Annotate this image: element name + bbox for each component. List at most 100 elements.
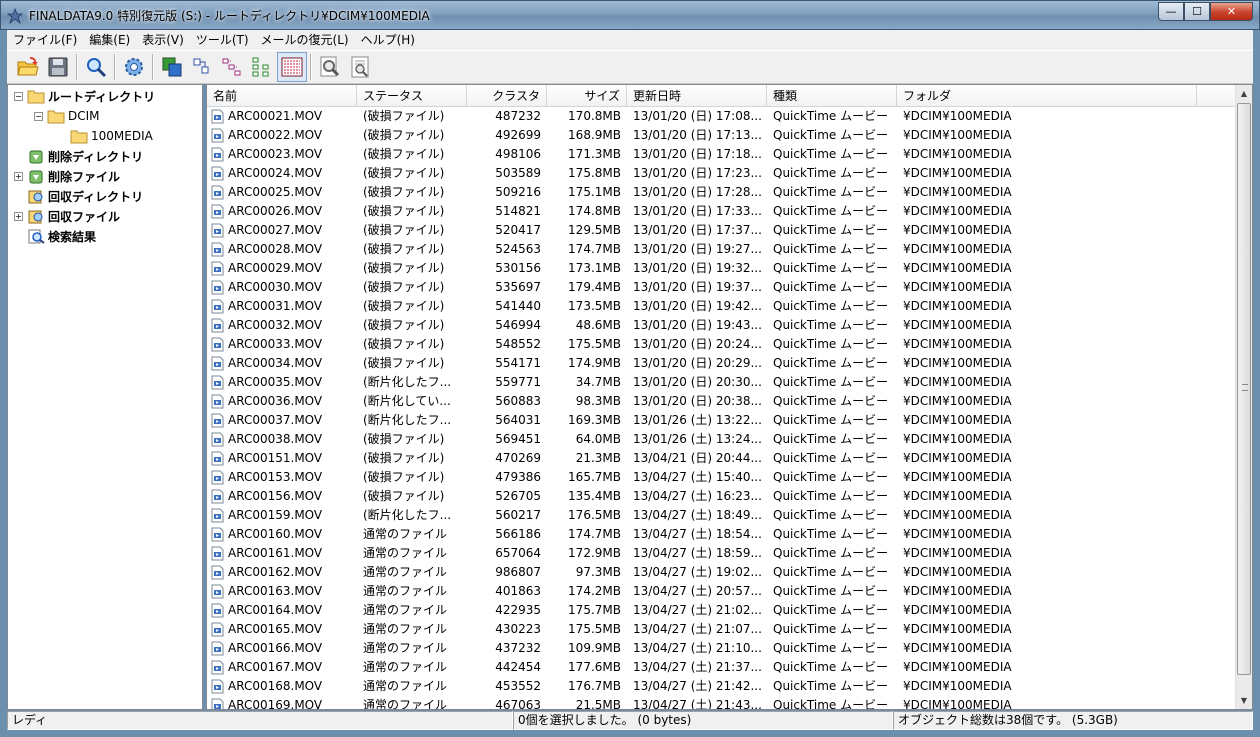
table-row[interactable]: ARC00023.MOV (破損ファイル) 498106 171.3MB 13/01/2… [207, 145, 1237, 164]
table-row[interactable]: ARC00166.MOV 通常のファイル 437232 109.9MB 13/04/27… [207, 639, 1237, 658]
search-button[interactable] [81, 52, 111, 82]
table-row[interactable]: ARC00163.MOV 通常のファイル 401863 174.2MB 13/04/27… [207, 582, 1237, 601]
table-row[interactable]: ARC00165.MOV 通常のファイル 430223 175.5MB 13/04/27… [207, 620, 1237, 639]
file-list[interactable]: 名前 ステータス クラスタ サイズ 更新日時 種類 フォルダ ARC00021.… [206, 84, 1253, 710]
table-row[interactable]: ARC00159.MOV (断片化したフ... 560217 176.5MB 13/04… [207, 506, 1237, 525]
open-button[interactable] [13, 52, 43, 82]
table-row[interactable]: ARC00151.MOV (破損ファイル) 470269 21.3MB 13/04/21… [207, 449, 1237, 468]
file-name-text: ARC00032.MOV [228, 318, 323, 332]
cell-type: QuickTime ムービー [773, 375, 889, 389]
table-row[interactable]: ARC00164.MOV 通常のファイル 422935 175.7MB 13/04/27… [207, 601, 1237, 620]
column-header-modified[interactable]: 更新日時 [627, 85, 767, 107]
table-row[interactable]: ARC00167.MOV 通常のファイル 442454 177.6MB 13/04/27… [207, 658, 1237, 677]
table-row[interactable]: ARC00034.MOV (破損ファイル) 554171 174.9MB 13/01/2… [207, 354, 1237, 373]
preview-button[interactable] [315, 52, 345, 82]
app-icon [7, 8, 23, 24]
cell-name: ARC00021.MOV [207, 107, 357, 126]
table-row[interactable]: ARC00156.MOV (破損ファイル) 526705 135.4MB 13/04/2… [207, 487, 1237, 506]
table-row[interactable]: ARC00169.MOV 通常のファイル 467063 21.5MB 13/04/27 … [207, 696, 1237, 709]
table-row[interactable]: ARC00036.MOV (断片化してい... 560883 98.3MB 13/01/… [207, 392, 1237, 411]
table-row[interactable]: ARC00021.MOV (破損ファイル) 487232 170.8MB 13/01/2… [207, 107, 1237, 126]
column-header-size[interactable]: サイズ [547, 85, 627, 107]
cell-modified: 13/01/20 (日) 17:13... [633, 128, 762, 142]
tree-node-100media[interactable]: 100MEDIA [70, 126, 153, 146]
search-result-icon [28, 229, 45, 244]
cell-status: (破損ファイル) [363, 128, 445, 142]
table-row[interactable]: ARC00033.MOV (破損ファイル) 548552 175.5MB 13/01/2… [207, 335, 1237, 354]
menu-help[interactable]: ヘルプ(H) [355, 30, 421, 50]
tree-node-recovered-files[interactable]: + 回収ファイル [14, 206, 120, 226]
cell-modified: 13/01/20 (日) 17:37... [633, 223, 762, 237]
save-button[interactable] [43, 52, 73, 82]
tree-node-dcim[interactable]: − DCIM [34, 106, 100, 126]
column-header-cluster[interactable]: クラスタ [467, 85, 547, 107]
tree-expander[interactable]: − [34, 111, 43, 121]
cell-type: QuickTime ムービー [773, 660, 889, 674]
tree-view-button[interactable] [247, 52, 277, 82]
tree-node-root[interactable]: − ルートディレクトリ [14, 86, 155, 106]
large-icons-button[interactable] [157, 52, 187, 82]
table-row[interactable]: ARC00029.MOV (破損ファイル) 530156 173.1MB 13/01/2… [207, 259, 1237, 278]
folder-icon [27, 90, 45, 104]
menu-edit[interactable]: 編集(E) [83, 30, 136, 50]
table-row[interactable]: ARC00161.MOV 通常のファイル 657064 172.9MB 13/04/27… [207, 544, 1237, 563]
scroll-down-arrow-icon[interactable]: ▼ [1236, 692, 1252, 709]
table-row[interactable]: ARC00168.MOV 通常のファイル 453552 176.7MB 13/04/27… [207, 677, 1237, 696]
cell-modified: 13/04/27 (土) 21:37... [633, 660, 762, 674]
table-row[interactable]: ARC00025.MOV (破損ファイル) 509216 175.1MB 13/01/2… [207, 183, 1237, 202]
menu-mail-recovery[interactable]: メールの復元(L) [255, 30, 355, 50]
cell-cluster: 437232 [495, 641, 541, 655]
table-row[interactable]: ARC00153.MOV (破損ファイル) 479386 165.7MB 13/04/2… [207, 468, 1237, 487]
vertical-scrollbar[interactable]: ▲ ▼ [1235, 85, 1252, 709]
tree-expander[interactable]: − [14, 91, 23, 101]
list-view-button[interactable] [217, 52, 247, 82]
details-view-button[interactable] [277, 52, 307, 82]
tree-node-deleted-dirs[interactable]: 削除ディレクトリ [27, 146, 143, 166]
settings-gear-icon [125, 58, 143, 76]
column-header-filler [1197, 85, 1237, 107]
cell-status: 通常のファイル [363, 641, 448, 655]
table-row[interactable]: ARC00028.MOV (破損ファイル) 524563 174.7MB 13/01/2… [207, 240, 1237, 259]
file-preview-button[interactable] [345, 52, 375, 82]
tree-node-deleted-files[interactable]: + 削除ファイル [14, 166, 120, 186]
table-row[interactable]: ARC00030.MOV (破損ファイル) 535697 179.4MB 13/01/2… [207, 278, 1237, 297]
minimize-button[interactable]: — [1158, 2, 1184, 21]
scroll-thumb[interactable] [1237, 103, 1251, 675]
directory-tree[interactable]: − ルートディレクトリ − DCIM 100MEDIA 削除ディレクトリ + 削… [7, 84, 203, 710]
table-row[interactable]: ARC00032.MOV (破損ファイル) 546994 48.6MB 13/01/20… [207, 316, 1237, 335]
table-row[interactable]: ARC00026.MOV (破損ファイル) 514821 174.8MB 13/01/2… [207, 202, 1237, 221]
column-header-type[interactable]: 種類 [767, 85, 897, 107]
table-row[interactable]: ARC00027.MOV (破損ファイル) 520417 129.5MB 13/01/2… [207, 221, 1237, 240]
movie-file-icon [211, 318, 224, 333]
column-header-name[interactable]: 名前 [207, 85, 357, 107]
table-row[interactable]: ARC00022.MOV (破損ファイル) 492699 168.9MB 13/01/2… [207, 126, 1237, 145]
scroll-up-arrow-icon[interactable]: ▲ [1236, 85, 1252, 102]
table-row[interactable]: ARC00037.MOV (断片化したフ... 564031 169.3MB 13/01… [207, 411, 1237, 430]
menu-tools[interactable]: ツール(T) [190, 30, 255, 50]
column-header-folder[interactable]: フォルダ [897, 85, 1197, 107]
table-row[interactable]: ARC00024.MOV (破損ファイル) 503589 175.8MB 13/01/2… [207, 164, 1237, 183]
settings-button[interactable] [119, 52, 149, 82]
table-row[interactable]: ARC00031.MOV (破損ファイル) 541440 173.5MB 13/01/2… [207, 297, 1237, 316]
table-row[interactable]: ARC00038.MOV (破損ファイル) 569451 64.0MB 13/01/26… [207, 430, 1237, 449]
tree-expander[interactable]: + [14, 211, 23, 221]
close-button[interactable]: ✕ [1210, 2, 1253, 21]
table-row[interactable]: ARC00160.MOV 通常のファイル 566186 174.7MB 13/04/27… [207, 525, 1237, 544]
table-row[interactable]: ARC00162.MOV 通常のファイル 986807 97.3MB 13/04/27 … [207, 563, 1237, 582]
open-folder-icon [17, 57, 39, 76]
title-bar[interactable]: FINALDATA9.0 特別復元版 (S:) - ルートディレクトリ¥DCIM… [0, 0, 1260, 30]
menu-view[interactable]: 表示(V) [136, 30, 190, 50]
table-row[interactable]: ARC00035.MOV (断片化したフ... 559771 34.7MB 13/01/… [207, 373, 1237, 392]
tree-node-search-results[interactable]: 検索結果 [27, 226, 96, 246]
menu-file[interactable]: ファイル(F) [7, 30, 83, 50]
file-preview-icon [351, 56, 369, 78]
tree-expander[interactable]: + [14, 171, 23, 181]
small-icons-button[interactable] [187, 52, 217, 82]
column-header-status[interactable]: ステータス [357, 85, 467, 107]
cell-folder: ¥DCIM¥100MEDIA [903, 394, 1012, 408]
maximize-button[interactable]: ☐ [1184, 2, 1210, 21]
cell-folder: ¥DCIM¥100MEDIA [903, 584, 1012, 598]
cell-cluster: 535697 [495, 280, 541, 294]
tree-node-recovered-dirs[interactable]: 回収ディレクトリ [27, 186, 143, 206]
cell-name: ARC00037.MOV [207, 411, 357, 430]
